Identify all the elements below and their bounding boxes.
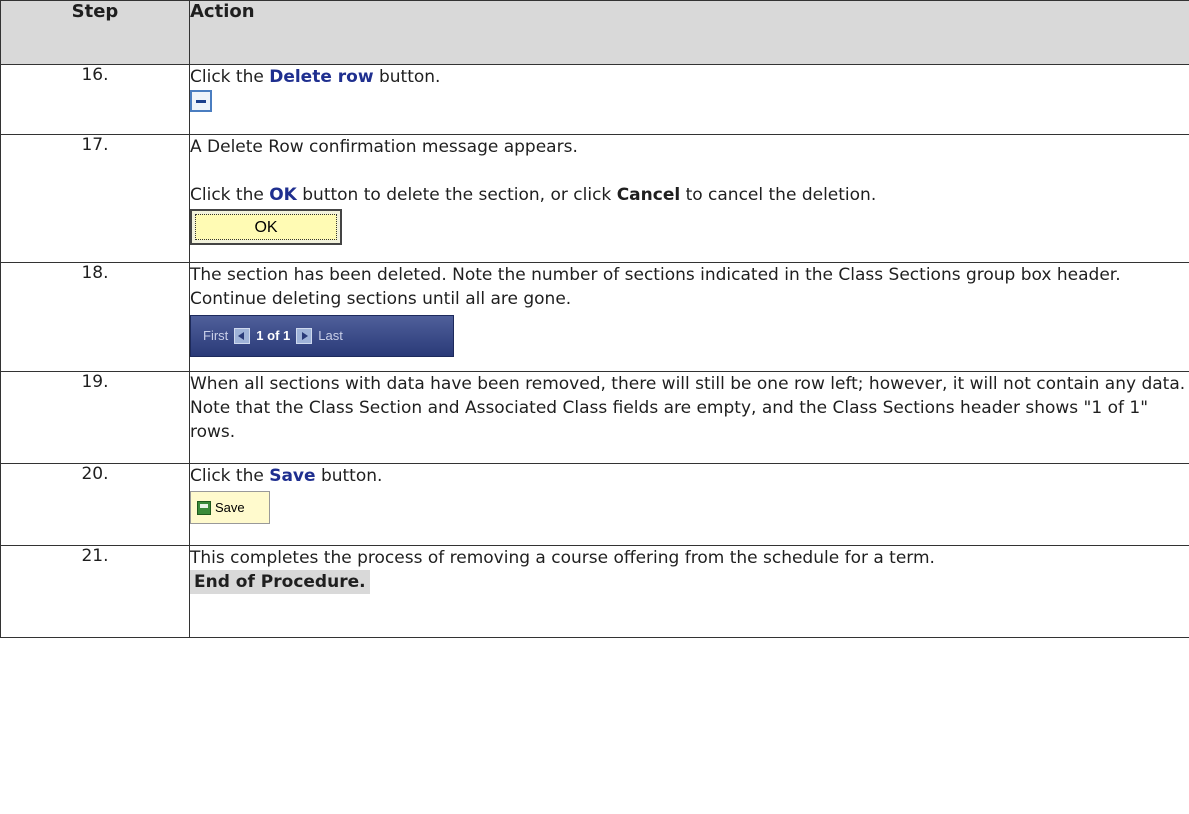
table-row: 21. This completes the process of removi… [0,545,1189,638]
step-number: 16. [0,64,190,135]
next-arrow-icon[interactable] [296,328,313,344]
table-row: 20. Click the Save button. Save [0,463,1189,546]
step-number: 18. [0,262,190,372]
procedure-table: Step Action 16. Click the Delete row but… [0,0,1189,638]
action-cell: This completes the process of removing a… [189,545,1189,638]
table-row: 17. A Delete Row confirmation message ap… [0,134,1189,263]
step-number: 21. [0,545,190,638]
end-of-procedure: End of Procedure. [190,570,370,594]
step-number: 20. [0,463,190,546]
ok-button[interactable]: OK [190,209,342,245]
header-row: Step Action [0,0,1189,65]
action-column-header: Action [189,0,1189,65]
step-number: 17. [0,134,190,263]
save-keyword: Save [269,466,316,486]
step-number: 19. [0,371,190,464]
last-link[interactable]: Last [318,324,343,348]
instruction-text: This completes the process of removing a… [190,548,935,568]
first-link[interactable]: First [203,324,228,348]
delete-row-button[interactable] [190,90,212,112]
save-button[interactable]: Save [190,491,270,524]
action-cell: The section has been deleted. Note the n… [189,262,1189,372]
instruction-text: Click the Delete row button. [190,67,441,87]
instruction-text: A Delete Row confirmation message appear… [190,137,578,157]
instruction-text: When all sections with data have been re… [190,374,1186,442]
save-button-label: Save [215,499,245,515]
action-cell: A Delete Row confirmation message appear… [189,134,1189,263]
instruction-text: Click the Save button. [190,466,383,486]
minus-icon [196,100,206,103]
ok-keyword: OK [269,185,297,205]
table-row: 19. When all sections with data have bee… [0,371,1189,464]
delete-row-keyword: Delete row [269,67,374,87]
floppy-disk-icon [197,500,211,515]
table-row: 16. Click the Delete row button. [0,64,1189,135]
cancel-keyword: Cancel [616,185,681,205]
row-count: 1 of 1 [256,328,291,343]
ok-button-label: OK [195,214,337,240]
action-cell: When all sections with data have been re… [189,371,1189,464]
action-cell: Click the Save button. Save [189,463,1189,546]
table-row: 18. The section has been deleted. Note t… [0,262,1189,372]
previous-arrow-icon[interactable] [234,328,251,344]
pagination-bar: First 1 of 1 Last [190,315,454,357]
instruction-text: The section has been deleted. Note the n… [190,265,1121,309]
instruction-text: Click the OK button to delete the sectio… [190,185,877,205]
step-column-header: Step [0,0,190,65]
action-cell: Click the Delete row button. [189,64,1189,135]
